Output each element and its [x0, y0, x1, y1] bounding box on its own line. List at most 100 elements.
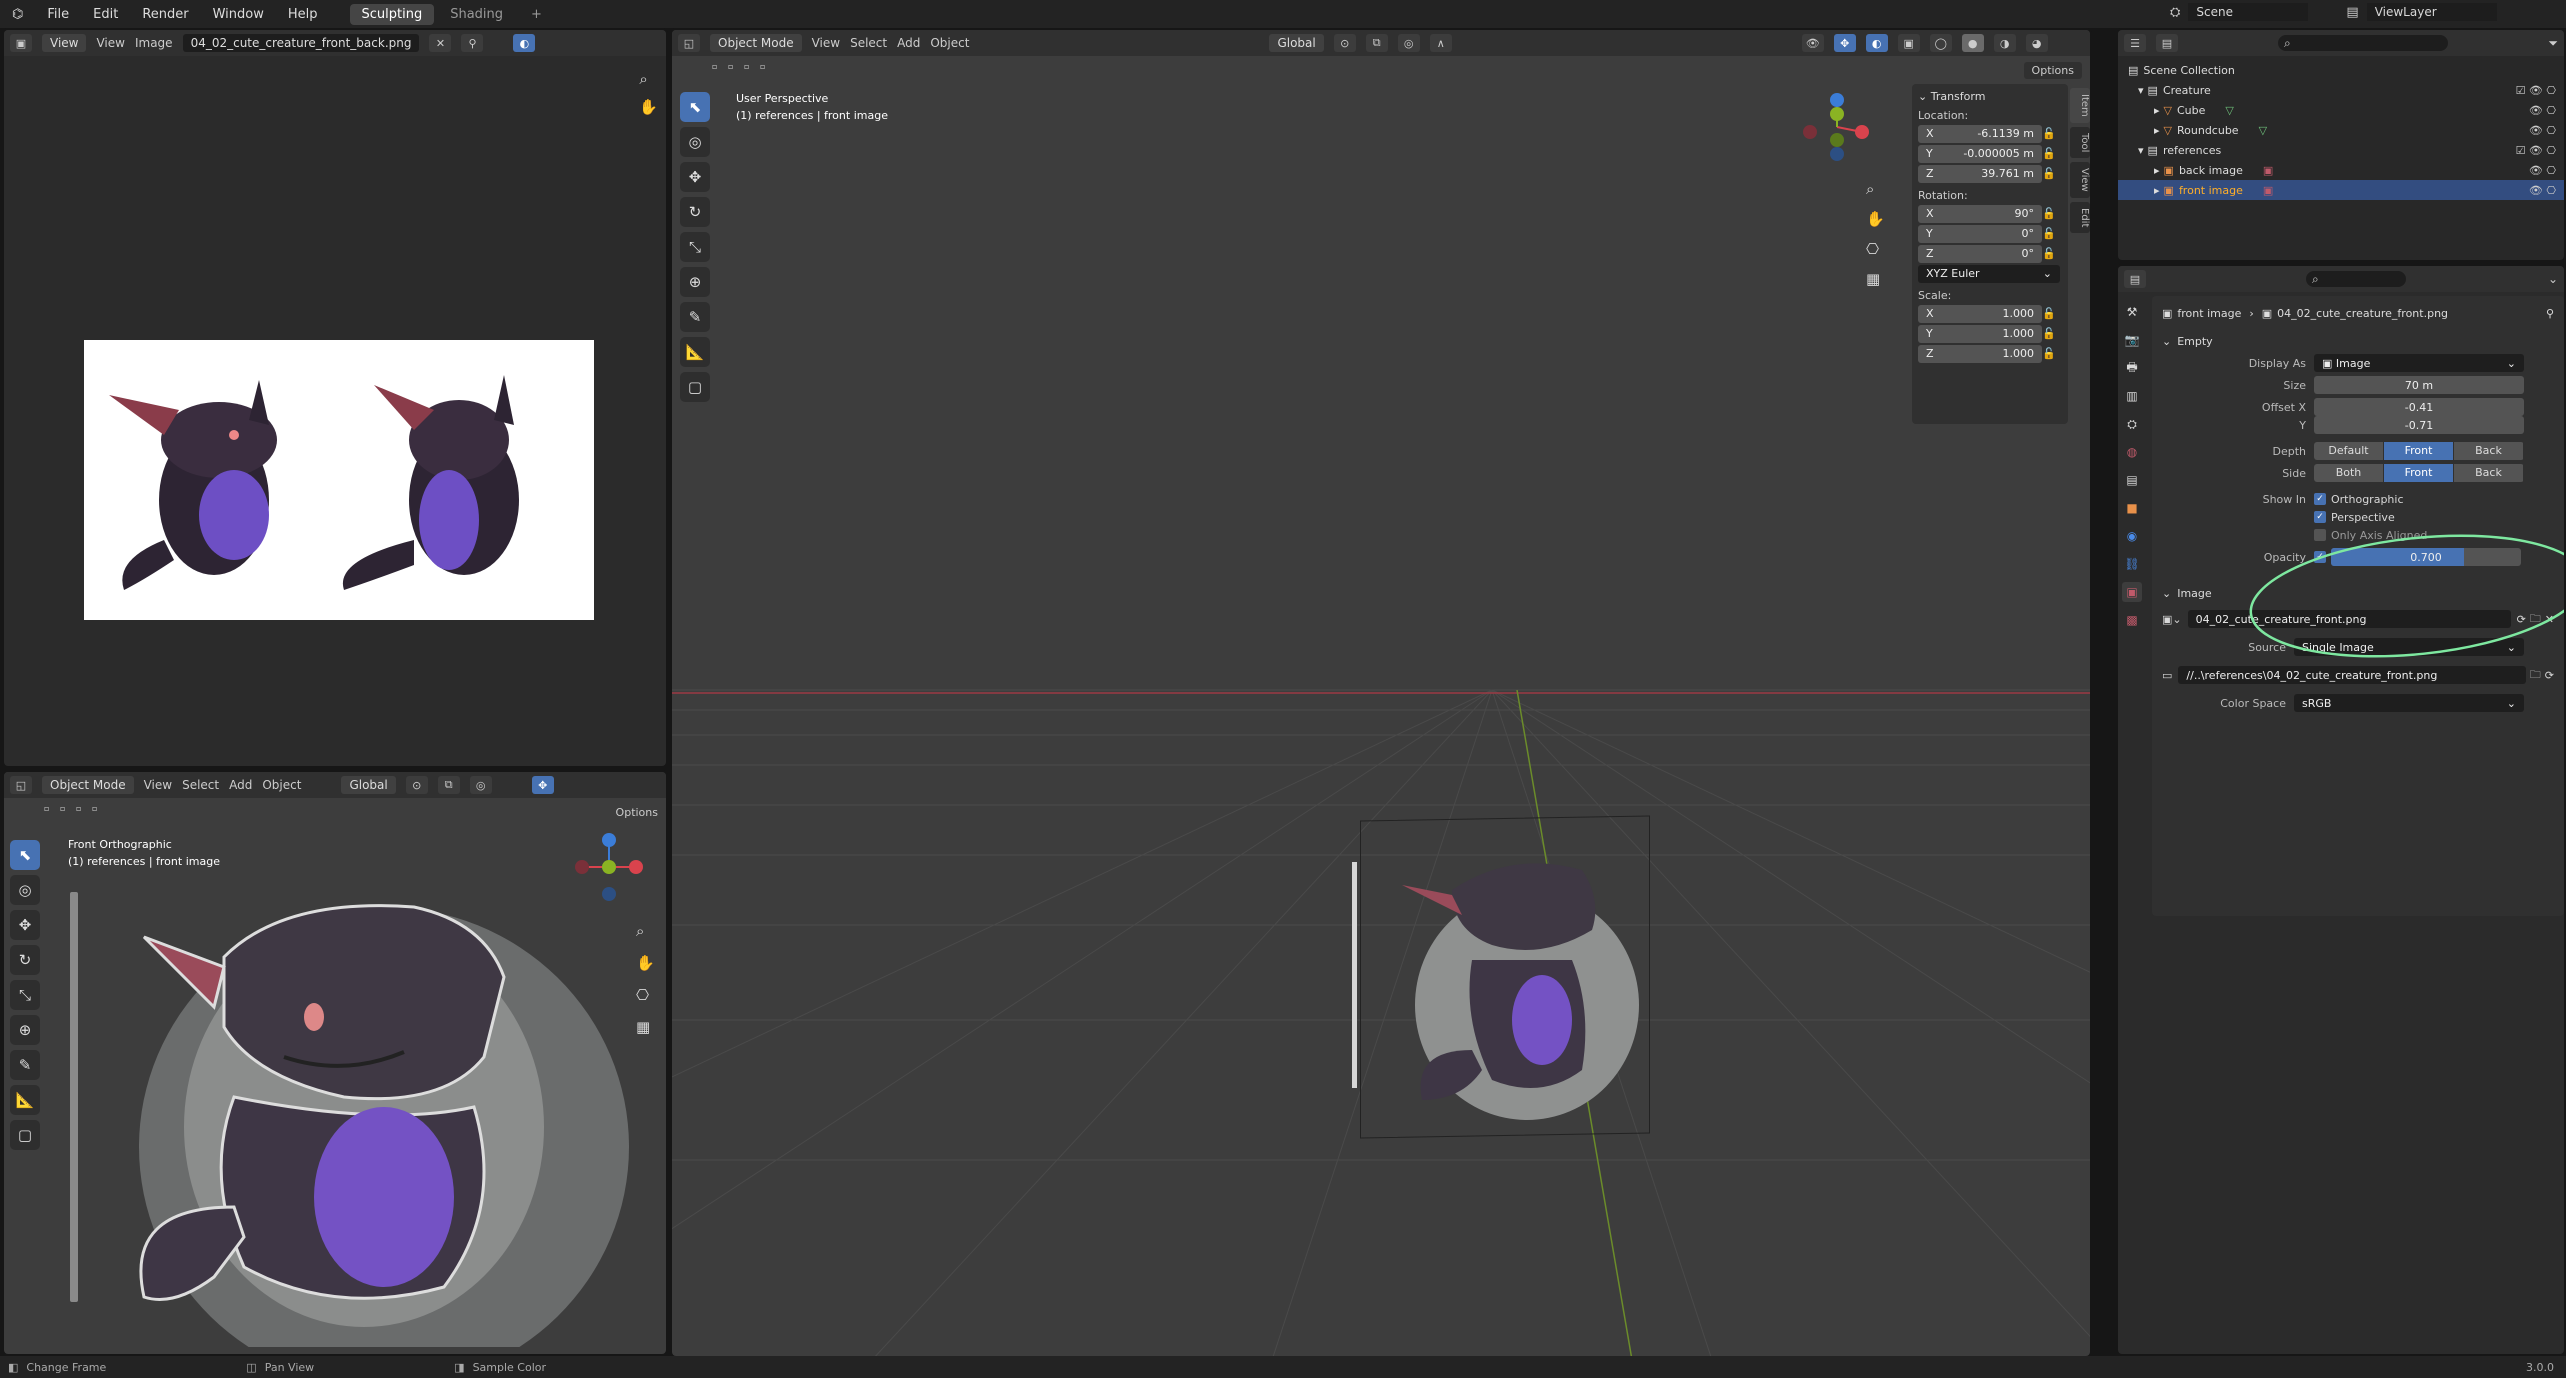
transform-tool-icon[interactable]: ⊕ [10, 1015, 40, 1045]
annotate-tool-icon[interactable]: ✎ [10, 1050, 40, 1080]
scene-tab-icon[interactable]: ⛭ [2122, 414, 2142, 434]
shading-solid-icon[interactable]: ● [1961, 34, 1984, 52]
side-back-button[interactable]: Back [2454, 464, 2523, 482]
menu-file[interactable]: File [35, 7, 81, 22]
main-viewport[interactable]: ◱ Object Mode View Select Add Object Glo… [670, 28, 2092, 1358]
side-front-button[interactable]: Front [2384, 464, 2453, 482]
menu-image[interactable]: Image [135, 36, 173, 50]
tab-tool[interactable]: Tool [2070, 126, 2090, 159]
color-space-dropdown[interactable]: sRGB ⌄ [2294, 694, 2524, 712]
editor-type-icon[interactable]: ▣ [10, 34, 32, 52]
menu-edit[interactable]: Edit [81, 7, 130, 22]
pan-hand-icon[interactable]: ✋ [1866, 210, 1885, 228]
rotation-y-field[interactable]: Y 0° [1918, 224, 2042, 243]
gizmo-toggle-icon[interactable]: ✥ [1833, 34, 1856, 52]
select-tool-icon[interactable]: ⬉ [10, 840, 40, 870]
data-tab-icon[interactable]: ▣ [2122, 582, 2142, 602]
tab-item[interactable]: Item [2070, 88, 2090, 123]
lock-icon[interactable]: 🔓 [2042, 127, 2056, 141]
gizmo-toggle-icon[interactable]: ✥ [531, 776, 554, 794]
search-input[interactable]: ⌕ [2306, 271, 2406, 287]
add-cube-tool-icon[interactable]: ▢ [10, 1120, 40, 1150]
tab-edit[interactable]: Edit [2070, 201, 2090, 234]
depth-default-button[interactable]: Default [2314, 442, 2383, 460]
filepath-field[interactable]: //..\references\04_02_cute_creature_fron… [2178, 666, 2526, 684]
lock-icon[interactable]: 🔓 [2042, 207, 2056, 221]
outliner-row[interactable]: ▸ ▽ Roundcube ▽ 👁 ⎔ [2128, 120, 2564, 140]
rotate-tool-icon[interactable]: ↻ [10, 945, 40, 975]
shading-material-icon[interactable]: ◑ [1993, 34, 2016, 52]
falloff-icon[interactable]: ∧ [1429, 34, 1452, 52]
menu-render[interactable]: Render [130, 7, 200, 22]
blender-logo-icon[interactable]: ⌬ [0, 7, 35, 22]
location-y-field[interactable]: Y -0.000005 m [1918, 144, 2042, 163]
menu-window[interactable]: Window [201, 7, 276, 22]
select-extend-icon[interactable]: ▫ [728, 62, 742, 76]
scene-selector[interactable]: Scene [2188, 3, 2309, 21]
zoom-icon[interactable]: ⌕ [636, 922, 655, 940]
pin-icon[interactable]: ⚲ [461, 34, 484, 52]
display-mode-icon[interactable]: ▤ [2156, 34, 2178, 52]
lock-icon[interactable]: 🔓 [2042, 167, 2056, 181]
overlays-icon[interactable]: ◐ [1865, 34, 1888, 52]
cursor-tool-icon[interactable]: ◎ [10, 875, 40, 905]
select-subtract-icon[interactable]: ▫ [744, 62, 758, 76]
texture-tab-icon[interactable]: ▩ [2122, 610, 2142, 630]
orthographic-checkbox[interactable]: ✓ [2314, 493, 2326, 505]
render-tab-icon[interactable]: 📷 [2122, 330, 2142, 350]
pin-icon[interactable]: ⚲ [2546, 307, 2554, 320]
menu-view[interactable]: View [144, 778, 172, 792]
lock-icon[interactable]: 🔓 [2042, 307, 2056, 321]
options-dropdown[interactable]: Options [2023, 62, 2082, 79]
size-field[interactable]: 70 m [2314, 376, 2524, 394]
display-as-dropdown[interactable]: ▣ Image ⌄ [2314, 354, 2524, 372]
shading-wireframe-icon[interactable]: ◯ [1929, 34, 1952, 52]
collection-tab-icon[interactable]: ▤ [2122, 470, 2142, 490]
move-tool-icon[interactable]: ✥ [680, 162, 710, 192]
lock-icon[interactable]: 🔓 [2042, 347, 2056, 361]
reload-icon[interactable]: ⟳ [2545, 669, 2554, 682]
perspective-toggle-icon[interactable]: ▦ [1866, 270, 1885, 288]
menu-add[interactable]: Add [897, 36, 920, 50]
measure-tool-icon[interactable]: 📐 [680, 337, 710, 367]
editor-type-icon[interactable]: ◱ [678, 34, 700, 52]
view-layer-tab-icon[interactable]: ▥ [2122, 386, 2142, 406]
frame-slider[interactable] [70, 892, 78, 1302]
view-mode-dropdown[interactable]: View [42, 34, 87, 52]
image-browse-icon[interactable]: ▣⌄ [2162, 613, 2182, 626]
physics-tab-icon[interactable]: ◉ [2122, 526, 2142, 546]
add-workspace-button[interactable]: + [519, 4, 554, 25]
snap-icon[interactable]: ⧉ [437, 776, 460, 794]
menu-object[interactable]: Object [262, 778, 301, 792]
scene-icon[interactable]: ⛭ [2170, 5, 2180, 20]
outliner-row[interactable]: ▸ ▣ back image ▣ 👁 ⎔ [2128, 160, 2564, 180]
select-invert-icon[interactable]: ▫ [760, 62, 774, 76]
zoom-icon[interactable]: ⌕ [639, 70, 658, 88]
chevron-down-icon[interactable]: ⌄ [2548, 272, 2558, 286]
chevron-down-icon[interactable]: ⌄ [1918, 90, 1931, 103]
lock-icon[interactable]: 🔓 [2042, 227, 2056, 241]
menu-object[interactable]: Object [930, 36, 969, 50]
editor-type-icon[interactable]: ☰ [2124, 34, 2146, 52]
navigation-gizmo[interactable] [1802, 92, 1872, 162]
scale-tool-icon[interactable]: ⤡ [680, 232, 710, 262]
outliner-row[interactable]: ▸ ▣ front image ▣ 👁 ⎔ [2118, 180, 2564, 200]
orientation-dropdown[interactable]: Global [1269, 34, 1324, 52]
scene-collection-row[interactable]: ▤ Scene Collection [2128, 60, 2564, 80]
lock-icon[interactable]: 🔓 [2042, 247, 2056, 261]
mode-dropdown[interactable]: Object Mode [42, 776, 134, 794]
menu-view[interactable]: View [812, 36, 840, 50]
menu-select[interactable]: Select [850, 36, 887, 50]
zoom-icon[interactable]: ⌕ [1866, 180, 1885, 198]
select-subtract-icon[interactable]: ▫ [76, 804, 90, 818]
world-tab-icon[interactable]: ◍ [2122, 442, 2142, 462]
viewlayer-icon[interactable]: ▤ [2346, 5, 2358, 20]
empty-panel-header[interactable]: ⌄ Empty [2162, 330, 2554, 352]
transform-panel-title[interactable]: Transform [1931, 90, 1986, 103]
scale-x-field[interactable]: X 1.000 [1918, 304, 2042, 323]
move-tool-icon[interactable]: ✥ [10, 910, 40, 940]
front-viewport[interactable]: ◱ Object Mode View Select Add Object Glo… [2, 770, 668, 1356]
depth-back-button[interactable]: Back [2454, 442, 2523, 460]
output-tab-icon[interactable]: 🖶 [2122, 358, 2142, 378]
grid-view-icon[interactable]: ▦ [636, 1018, 655, 1036]
